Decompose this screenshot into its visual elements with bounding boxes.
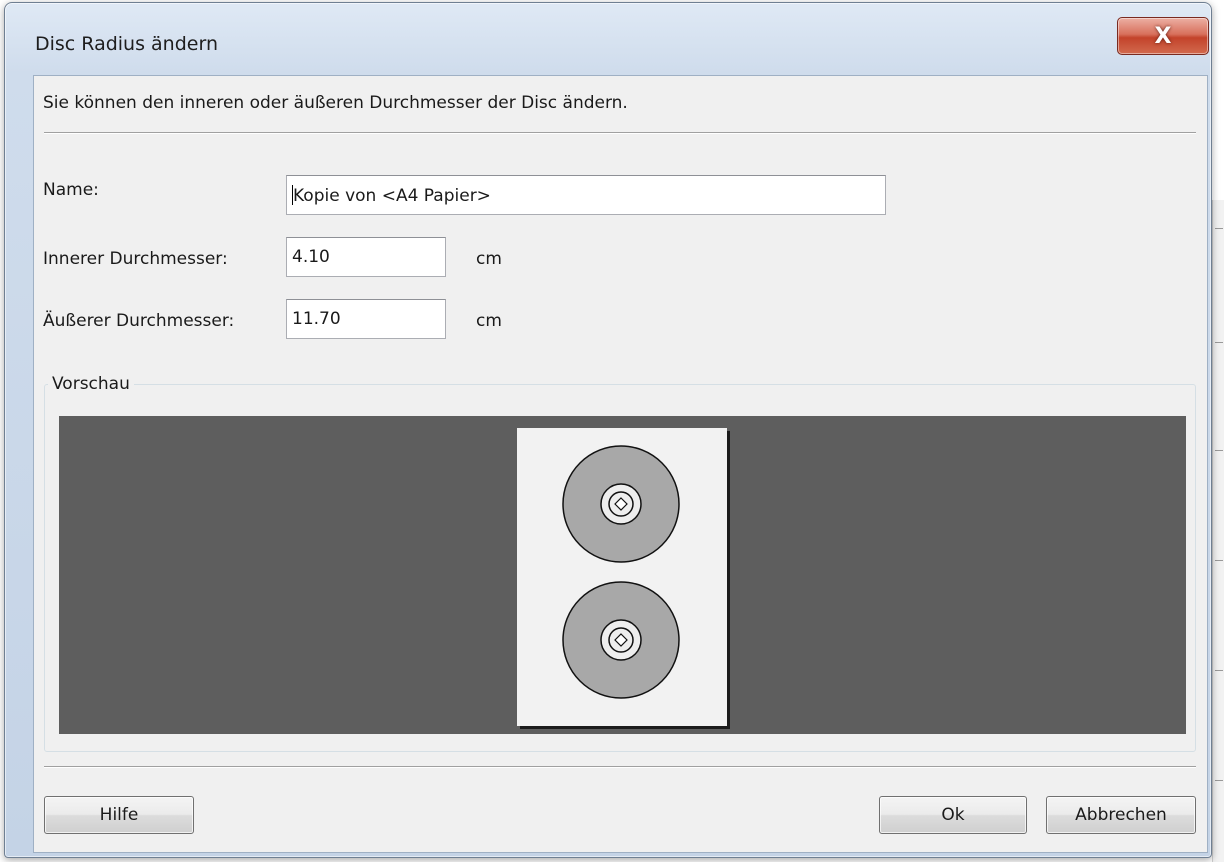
paper-sheet [517, 428, 727, 726]
close-button[interactable]: X [1117, 17, 1209, 55]
cancel-button[interactable]: Abbrechen [1046, 796, 1196, 834]
name-input-value: Kopie von <A4 Papier> [293, 186, 491, 206]
outer-diameter-value: 11.70 [292, 309, 341, 329]
outer-diameter-input[interactable]: 11.70 [286, 299, 446, 339]
outer-diameter-unit: cm [476, 311, 502, 331]
disc-2 [562, 581, 680, 699]
close-icon: X [1154, 23, 1172, 49]
dialog-window: Disc Radius ändern X Sie können den inne… [4, 2, 1212, 858]
inner-diameter-value: 4.10 [292, 247, 330, 267]
dialog-client-area: Sie können den inneren oder äußeren Durc… [33, 75, 1208, 853]
window-title: Disc Radius ändern [35, 33, 218, 55]
disc-layout-drawing [562, 445, 680, 699]
help-button[interactable]: Hilfe [44, 796, 194, 834]
name-label: Name: [43, 180, 99, 200]
top-separator [44, 132, 1196, 134]
inner-diameter-unit: cm [476, 249, 502, 269]
inner-diameter-input[interactable]: 4.10 [286, 237, 446, 277]
ok-button[interactable]: Ok [879, 796, 1027, 834]
outer-diameter-label: Äußerer Durchmesser: [43, 311, 235, 331]
intro-text: Sie können den inneren oder äußeren Durc… [43, 93, 628, 113]
background-window-edge [1212, 200, 1224, 862]
bottom-separator [44, 766, 1196, 768]
name-input[interactable]: Kopie von <A4 Papier> [286, 175, 886, 215]
inner-diameter-label: Innerer Durchmesser: [43, 249, 228, 269]
preview-group-label: Vorschau [48, 374, 134, 394]
preview-canvas [59, 416, 1186, 734]
disc-1 [562, 445, 680, 563]
